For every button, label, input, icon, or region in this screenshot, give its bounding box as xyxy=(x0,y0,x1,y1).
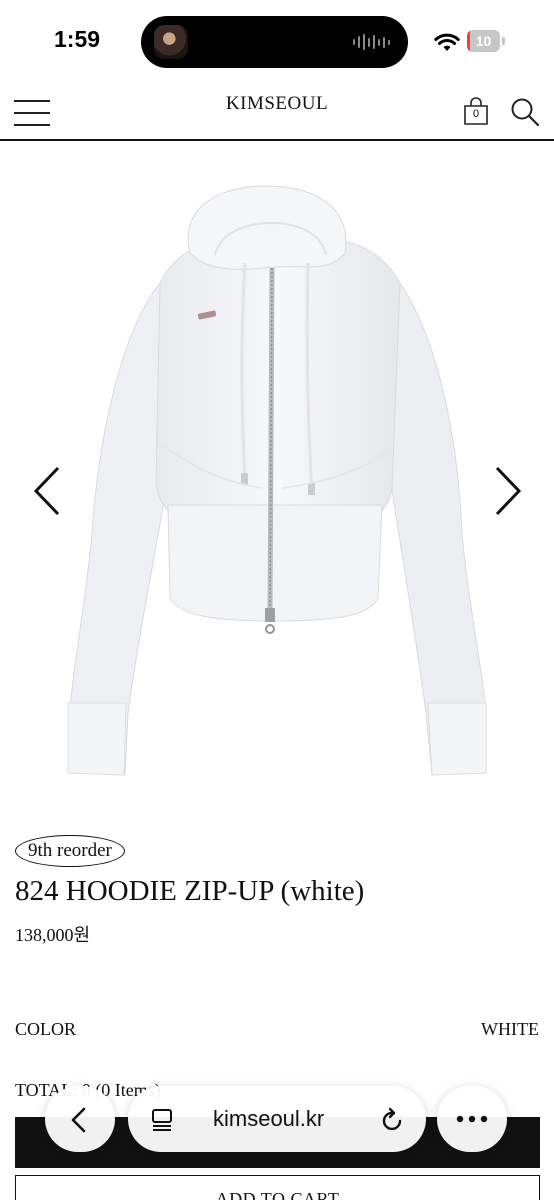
white-zip-up-hoodie xyxy=(67,185,487,776)
previous-image-arrow-icon[interactable] xyxy=(32,465,62,517)
status-time: 1:59 xyxy=(54,26,101,52)
color-option-label: COLOR xyxy=(15,1019,77,1039)
wifi-icon xyxy=(434,33,460,51)
back-icon xyxy=(71,1107,86,1133)
color-option-value[interactable]: WHITE xyxy=(481,1019,539,1040)
now-playing-artwork xyxy=(154,25,188,59)
site-header: KIMSEOUL 0 xyxy=(0,80,554,141)
cart-count: 0 xyxy=(472,108,480,120)
battery-icon: 10 xyxy=(467,30,505,52)
more-button[interactable] xyxy=(437,1086,507,1152)
status-bar: 1:59 10 xyxy=(0,0,554,80)
product-price: 138,000원 xyxy=(15,925,91,945)
tabs-icon[interactable] xyxy=(150,1108,174,1132)
url-text[interactable]: kimseoul.kr xyxy=(213,1106,324,1132)
product-image[interactable] xyxy=(0,143,554,810)
reload-icon[interactable] xyxy=(381,1107,405,1133)
back-button[interactable] xyxy=(45,1086,115,1152)
address-bar[interactable]: kimseoul.kr xyxy=(128,1086,426,1152)
search-icon[interactable] xyxy=(510,97,540,127)
dynamic-island[interactable] xyxy=(141,16,408,68)
battery-percent: 10 xyxy=(475,33,492,49)
reorder-badge: 9th reorder xyxy=(15,835,125,867)
shopping-bag-icon[interactable]: 0 xyxy=(463,97,491,127)
browser-toolbar: kimseoul.kr xyxy=(0,1082,554,1172)
product-title: 824 HOODIE ZIP-UP (white) xyxy=(15,875,365,907)
next-image-arrow-icon[interactable] xyxy=(493,465,523,517)
more-icon xyxy=(456,1115,488,1123)
add-to-cart-button[interactable]: ADD TO CART xyxy=(15,1175,540,1200)
audio-wave-icon xyxy=(353,33,390,51)
